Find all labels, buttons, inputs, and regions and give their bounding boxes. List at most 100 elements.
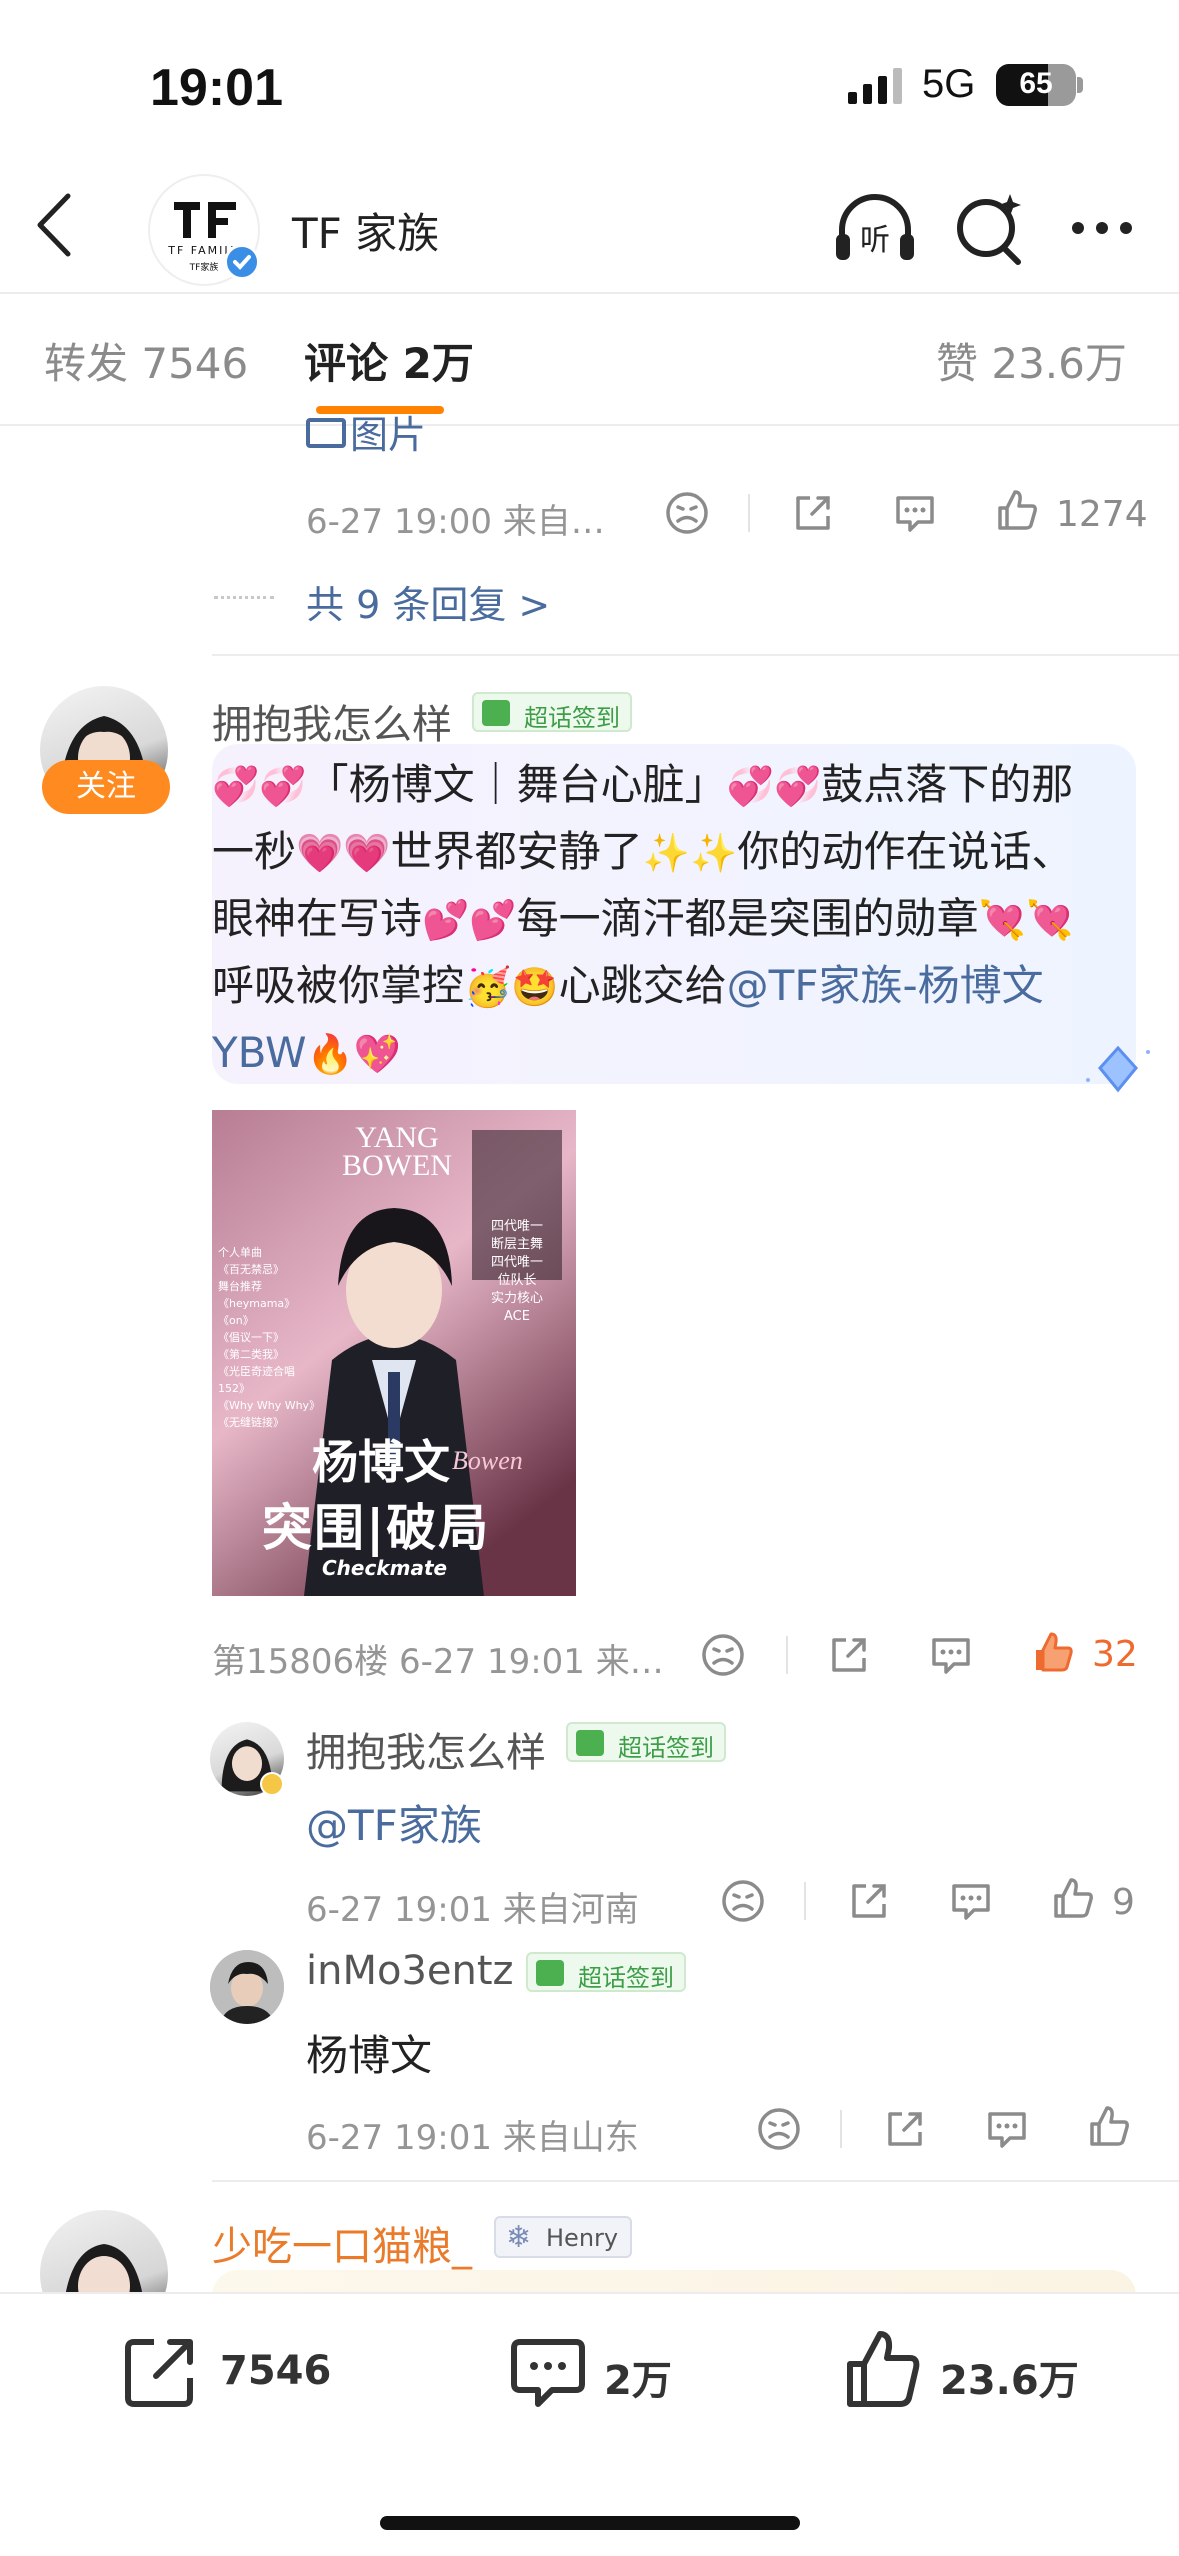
like-button-icon[interactable]	[842, 2328, 922, 2412]
verified-icon	[224, 244, 260, 280]
text-part-6: 呼吸被你掌控	[212, 961, 465, 1010]
tab-comments[interactable]: 评论 2万	[304, 330, 474, 391]
comment-divider	[212, 654, 1179, 656]
poster-list-item: 《第二类我》	[218, 1348, 284, 1361]
poster-list-item: 《heymama》	[218, 1297, 296, 1310]
dislike-icon[interactable]	[720, 1878, 766, 1924]
comment-button-icon[interactable]	[508, 2332, 588, 2412]
share-icon[interactable]	[846, 1878, 892, 1924]
reply-like-count: 9	[1112, 1882, 1135, 1923]
poster-bowen: Bowen	[452, 1446, 523, 1475]
reply-username[interactable]: 拥抱我怎么样	[306, 1720, 546, 1778]
reply-username[interactable]: inMo3entz	[306, 1948, 514, 1994]
repost-count[interactable]: 7546	[220, 2348, 331, 2394]
comment-icon[interactable]	[892, 490, 938, 536]
comment-icon[interactable]	[984, 2106, 1030, 2152]
like-icon[interactable]	[1050, 1876, 1096, 1922]
poster-list-item: 《百无禁忌》	[218, 1263, 284, 1276]
view-replies-link[interactable]: 共 9 条回复 >	[306, 574, 550, 629]
poster-list-item: 《on》	[218, 1314, 254, 1327]
heart-emoji: 💞💞	[726, 764, 822, 808]
header-divider	[0, 292, 1179, 294]
checkin-badge-label: 超话签到	[578, 1964, 674, 1992]
checkin-icon	[576, 1730, 604, 1756]
poster-tag: 四代唯一	[490, 1219, 543, 1234]
meta-separator	[786, 1636, 788, 1674]
battery-level: 65	[1019, 67, 1053, 100]
poster-song-list: 个人单曲 《百无禁忌》 舞台推荐 《heymama》 《on》 《倡议一下》 《…	[218, 1244, 321, 1431]
text-part-1: 「杨博文｜舞台心脏」	[306, 760, 727, 809]
user-photo	[210, 1950, 284, 2024]
sparkles-emoji: ✨✨	[642, 831, 738, 875]
poster-slogan: 突围|破局	[262, 1499, 491, 1557]
dislike-icon[interactable]	[700, 1632, 746, 1678]
more-icon[interactable]	[1060, 188, 1150, 268]
prev-like-count: 1274	[1056, 494, 1148, 535]
text-part-7: 心跳交给	[558, 961, 727, 1010]
fan-badge: ❄ Henry	[494, 2216, 633, 2258]
reply-dots	[214, 596, 274, 599]
network-label: 5G	[922, 62, 976, 106]
dislike-icon[interactable]	[664, 490, 710, 536]
dislike-icon[interactable]	[756, 2106, 802, 2152]
checkin-badge: 超话签到	[472, 692, 632, 732]
next-comment-username[interactable]: 少吃一口猫粮_	[212, 2214, 472, 2272]
share-icon[interactable]	[882, 2106, 928, 2152]
signal-icon	[848, 68, 902, 104]
reply-text[interactable]: @TF家族	[306, 1792, 482, 1853]
poster-tag: ACE	[504, 1309, 530, 1324]
liked-icon[interactable]	[1030, 1630, 1076, 1676]
text-part-3: 世界都安静了	[390, 827, 643, 876]
meta-separator	[748, 494, 750, 532]
comment-divider	[212, 2180, 1179, 2182]
main-comment-username[interactable]: 拥抱我怎么样	[212, 692, 452, 750]
poster-title-cn: 杨博文	[312, 1435, 450, 1489]
comment-icon[interactable]	[948, 1878, 994, 1924]
comment-icon[interactable]	[928, 1632, 974, 1678]
main-comment-text: 💞💞「杨博文｜舞台心脏」💞💞鼓点落下的那一秒💗💗世界都安静了✨✨你的动作在说话、…	[212, 752, 1112, 1087]
checkin-badge-label: 超话签到	[524, 704, 620, 732]
share-icon[interactable]	[790, 490, 836, 536]
battery-icon: 65	[996, 64, 1076, 106]
poster-list-item: 个人单曲	[218, 1246, 262, 1259]
party-face-emoji: 🥳🤩	[464, 965, 559, 1009]
comment-image[interactable]: YANG BOWEN 个人单曲 《百无禁忌》 舞台推荐 《heymama》 《on…	[212, 1110, 576, 1596]
search-icon[interactable]	[944, 188, 1034, 268]
poster-list-item: 《无缝链接》	[218, 1416, 284, 1429]
text-part-5: 每一滴汗都是突围的勋章	[516, 894, 979, 943]
home-indicator	[380, 2516, 800, 2530]
heart-emoji: 💞💞	[212, 764, 307, 808]
checkin-icon	[482, 700, 510, 726]
svg-text:听: 听	[860, 223, 890, 258]
like-icon[interactable]	[994, 488, 1040, 534]
like-icon[interactable]	[1086, 2104, 1132, 2150]
like-count[interactable]: 23.6万	[940, 2348, 1079, 2406]
prev-image-link[interactable]: 图片	[306, 412, 426, 452]
poster-tag: 断层主舞	[490, 1237, 543, 1252]
meta-separator	[840, 2110, 842, 2148]
poster-tag: 四代唯一	[490, 1255, 543, 1270]
reply-avatar[interactable]	[210, 1950, 284, 2024]
poster-list-item: 《光臣奇迹合唱152》	[218, 1365, 295, 1395]
reply-text: 杨博文	[306, 2031, 433, 2080]
follow-button[interactable]: 关注	[42, 760, 170, 814]
main-comment-floor: 第15806楼 6-27 19:01 来…	[212, 1642, 664, 1682]
vip-badge-icon	[260, 1772, 284, 1796]
page-title[interactable]: TF 家族	[292, 200, 439, 261]
main-like-count: 32	[1092, 1634, 1138, 1675]
reply-time: 6-27 19:01 来自河南	[306, 1890, 639, 1930]
share-icon[interactable]	[826, 1632, 872, 1678]
poster-checkmate: Checkmate	[322, 1556, 448, 1580]
comment-count[interactable]: 2万	[604, 2348, 672, 2406]
tab-likes[interactable]: 赞 23.6万	[936, 330, 1127, 391]
fire-emoji: 🔥💖	[306, 1032, 402, 1076]
tab-repost[interactable]: 转发 7546	[44, 330, 248, 391]
image-icon	[306, 418, 346, 448]
poster-title-en-2: BOWEN	[342, 1149, 452, 1182]
poster-list-item: 《Why Why Why》	[218, 1399, 321, 1412]
poster-tag: 实力核心	[490, 1291, 543, 1306]
listen-icon[interactable]: 听	[830, 188, 920, 268]
repost-icon[interactable]	[120, 2332, 200, 2412]
heart-emoji: 💕💕	[422, 898, 517, 942]
back-icon[interactable]	[30, 190, 80, 260]
